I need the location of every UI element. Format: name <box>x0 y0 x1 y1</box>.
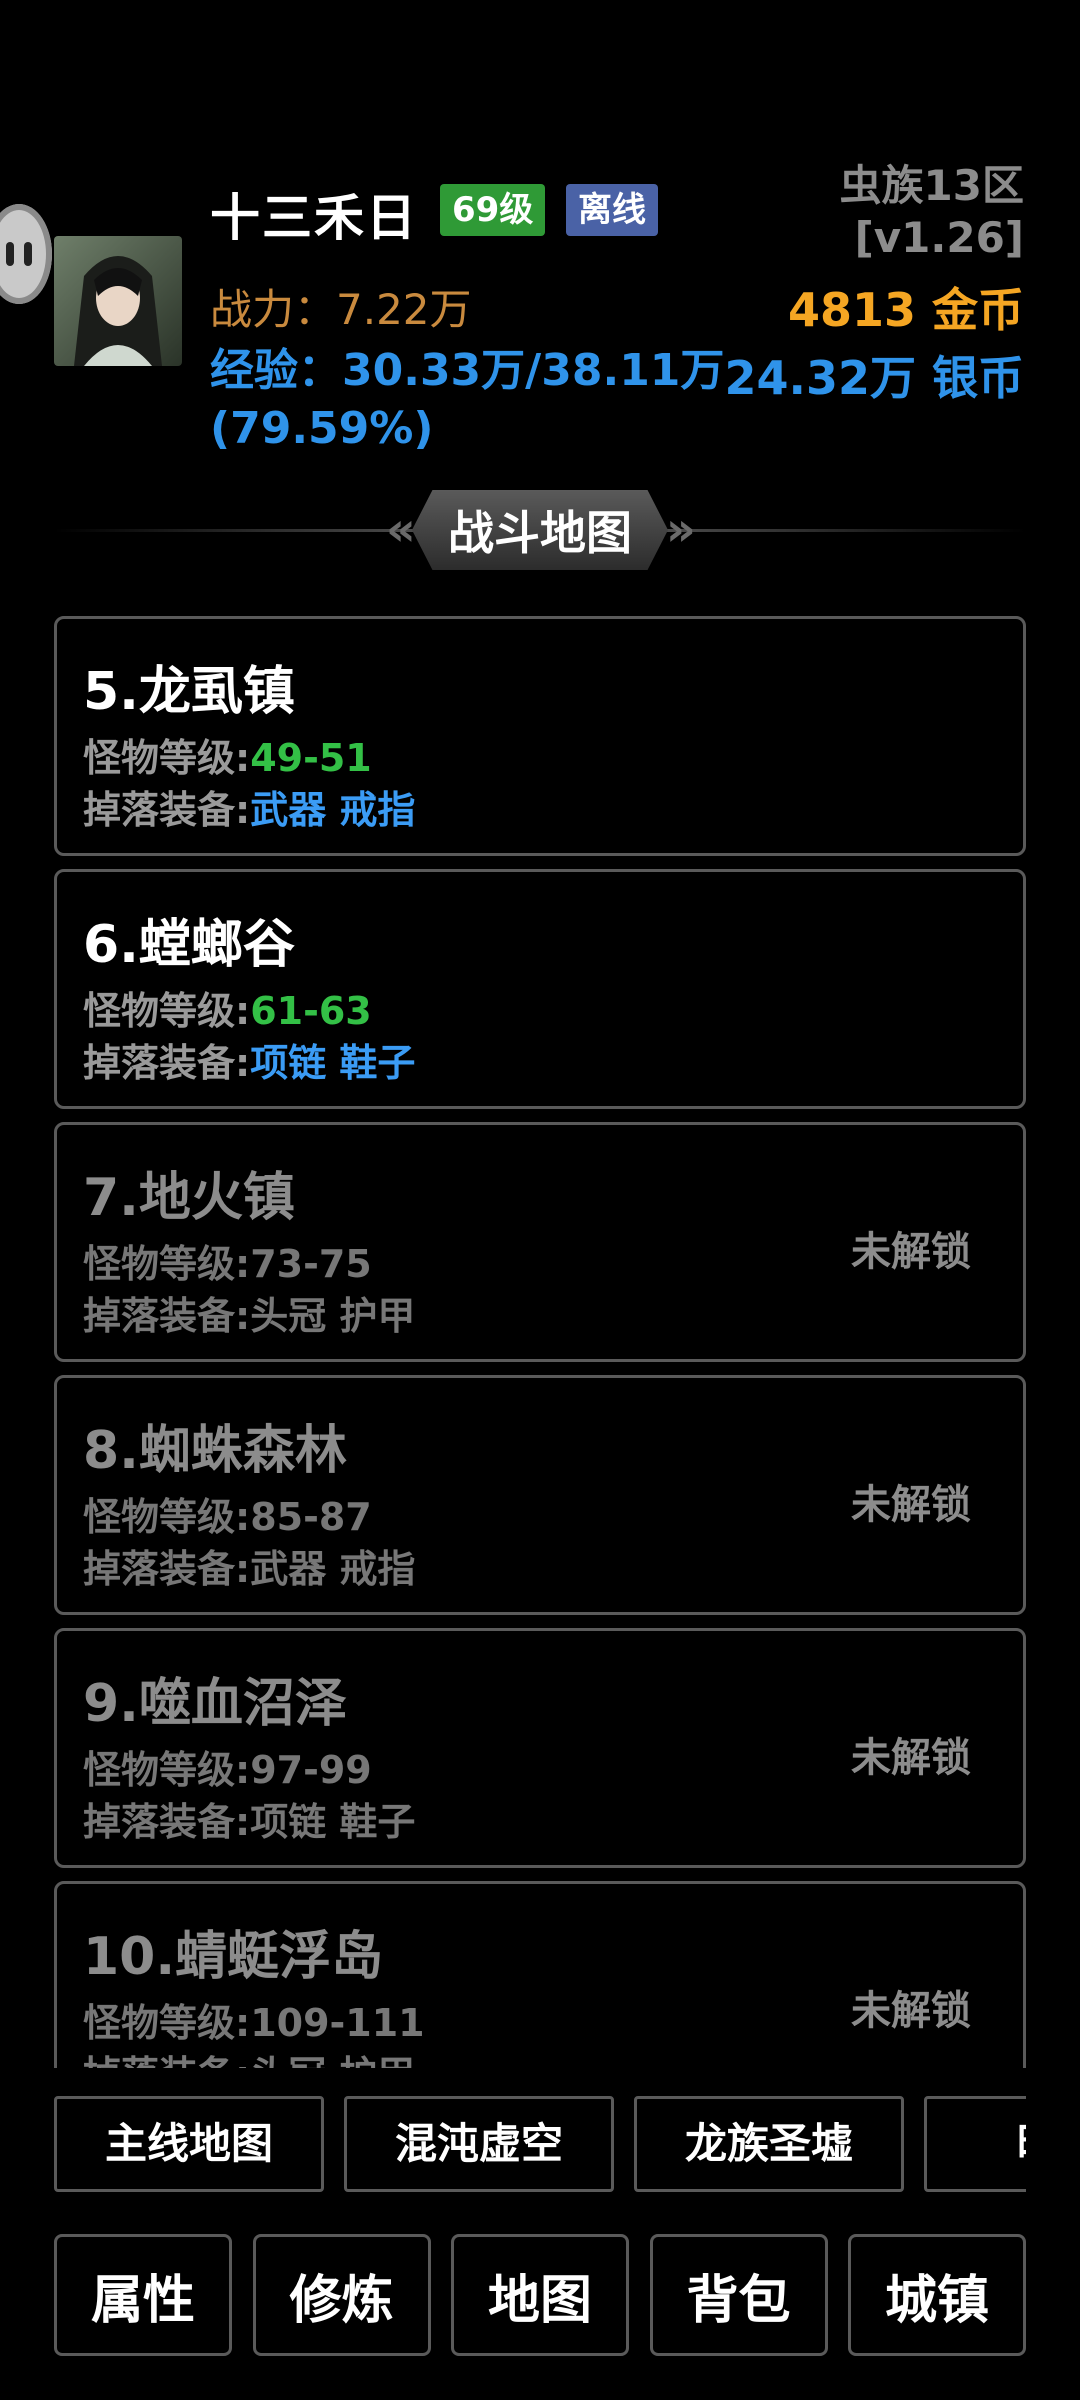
monster-level-label: 怪物等级: <box>83 1748 251 1792</box>
status-badge: 离线 <box>566 184 658 236</box>
drop-label: 掉落装备: <box>83 1547 251 1591</box>
version-label: [v1.26] <box>854 213 1024 262</box>
combat-power: 战力：7.22万 <box>210 285 472 334</box>
monster-level-value: 49-51 <box>250 736 372 780</box>
drop-label: 掉落装备: <box>83 788 251 832</box>
assistant-eye-icon <box>24 242 32 266</box>
drop-value: 项链 鞋子 <box>250 1800 416 1844</box>
region-tabs[interactable]: 主线地图混沌虚空龙族圣墟暗影 <box>54 2096 1026 2192</box>
monster-level-label: 怪物等级: <box>83 1495 251 1539</box>
monster-level-row: 怪物等级:49-51 <box>83 727 372 782</box>
floating-assistant-button[interactable] <box>0 204 52 304</box>
monster-level-row: 怪物等级:73-75 <box>83 1233 372 1288</box>
region-tab-main[interactable]: 主线地图 <box>54 2096 324 2192</box>
map-title: 7.地火镇 <box>83 1168 295 1228</box>
drop-value: 项链 鞋子 <box>250 1041 416 1085</box>
monster-level-label: 怪物等级: <box>83 736 251 780</box>
monster-level-row: 怪物等级:61-63 <box>83 980 372 1035</box>
map-title: 5.龙虱镇 <box>83 662 295 722</box>
region-tab-dragon[interactable]: 龙族圣墟 <box>634 2096 904 2192</box>
monster-level-value: 61-63 <box>250 989 372 1033</box>
monster-level-label: 怪物等级: <box>83 989 251 1033</box>
region-tab-chaos[interactable]: 混沌虚空 <box>344 2096 614 2192</box>
drop-row: 掉落装备:项链 鞋子 <box>83 1032 415 1087</box>
server-info: 虫族13区 [v1.26] <box>840 160 1024 264</box>
divider <box>54 529 414 532</box>
nav-cultivate-button[interactable]: 修炼 <box>252 2234 431 2356</box>
drop-row: 掉落装备:项链 鞋子 <box>83 1791 415 1846</box>
map-title: 8.蜘蛛森林 <box>83 1421 347 1481</box>
monster-level-label: 怪物等级: <box>83 2001 251 2045</box>
bottom-nav: 属性 修炼 地图 背包 城镇 <box>54 2234 1026 2356</box>
nav-map-button[interactable]: 地图 <box>451 2234 629 2356</box>
map-card[interactable]: 9.噬血沼泽 怪物等级:97-99 掉落装备:项链 鞋子 未解锁 <box>54 1628 1026 1868</box>
drop-value: 武器 戒指 <box>250 1547 416 1591</box>
map-card[interactable]: 10.蜻蜓浮岛 怪物等级:109-111 掉落装备:头冠 护甲 未解锁 <box>54 1881 1026 2068</box>
monster-level-value: 109-111 <box>250 2001 425 2045</box>
nav-attributes-button[interactable]: 属性 <box>54 2234 232 2356</box>
drop-value: 头冠 护甲 <box>250 2053 415 2068</box>
drop-row: 掉落装备:头冠 护甲 <box>83 2044 415 2068</box>
drop-label: 掉落装备: <box>83 2053 250 2068</box>
monster-level-row: 怪物等级:97-99 <box>83 1739 372 1794</box>
drop-row: 掉落装备:武器 戒指 <box>83 779 415 834</box>
experience-value: 经验：30.33万/38.11万 <box>210 345 725 396</box>
map-list[interactable]: 5.龙虱镇 怪物等级:49-51 掉落装备:武器 戒指 6.螳螂谷 怪物等级:6… <box>54 616 1026 2068</box>
map-title: 10.蜻蜓浮岛 <box>83 1927 384 1987</box>
drop-value: 武器 戒指 <box>250 788 416 832</box>
gold-amount: 4813 金币 <box>787 283 1024 337</box>
monster-level-value: 97-99 <box>250 1748 372 1792</box>
map-card[interactable]: 5.龙虱镇 怪物等级:49-51 掉落装备:武器 戒指 <box>54 616 1026 856</box>
drop-label: 掉落装备: <box>83 1800 251 1844</box>
server-name: 虫族13区 <box>839 161 1024 210</box>
ornament-left-icon: « <box>386 502 416 556</box>
character-portrait-icon <box>54 236 182 366</box>
map-card[interactable]: 6.螳螂谷 怪物等级:61-63 掉落装备:项链 鞋子 <box>54 869 1026 1109</box>
locked-label: 未解锁 <box>851 1482 971 1528</box>
monster-level-value: 85-87 <box>250 1495 372 1539</box>
level-badge: 69级 <box>440 184 546 236</box>
nav-town-button[interactable]: 城镇 <box>848 2234 1026 2356</box>
locked-label: 未解锁 <box>851 1229 971 1275</box>
experience: 经验：30.33万/38.11万 (79.59%) <box>210 342 770 458</box>
avatar[interactable] <box>54 236 182 366</box>
drop-label: 掉落装备: <box>83 1041 251 1085</box>
section-title: 战斗地图 <box>412 490 668 570</box>
divider <box>666 529 1026 532</box>
locked-label: 未解锁 <box>851 1988 971 2034</box>
monster-level-row: 怪物等级:85-87 <box>83 1486 372 1541</box>
map-title: 9.噬血沼泽 <box>83 1674 347 1734</box>
locked-label: 未解锁 <box>851 1735 971 1781</box>
assistant-eye-icon <box>6 242 14 266</box>
monster-level-label: 怪物等级: <box>83 1242 251 1286</box>
drop-row: 掉落装备:武器 戒指 <box>83 1538 415 1593</box>
experience-percent: (79.59%) <box>210 403 434 454</box>
nav-bag-button[interactable]: 背包 <box>649 2234 828 2356</box>
region-tab-shadow[interactable]: 暗影 <box>924 2096 1026 2192</box>
silver-amount: 24.32万 银币 <box>724 351 1024 405</box>
drop-label: 掉落装备: <box>83 1294 251 1338</box>
map-title: 6.螳螂谷 <box>83 915 295 975</box>
map-card[interactable]: 7.地火镇 怪物等级:73-75 掉落装备:头冠 护甲 未解锁 <box>54 1122 1026 1362</box>
ornament-right-icon: » <box>666 502 696 556</box>
drop-row: 掉落装备:头冠 护甲 <box>83 1285 415 1340</box>
section-header: « 战斗地图 » <box>54 490 1026 570</box>
map-card[interactable]: 8.蜘蛛森林 怪物等级:85-87 掉落装备:武器 戒指 未解锁 <box>54 1375 1026 1615</box>
monster-level-row: 怪物等级:109-111 <box>83 1992 425 2047</box>
monster-level-value: 73-75 <box>250 1242 372 1286</box>
drop-value: 头冠 护甲 <box>250 1294 416 1338</box>
player-name: 十三禾日 <box>210 189 418 247</box>
